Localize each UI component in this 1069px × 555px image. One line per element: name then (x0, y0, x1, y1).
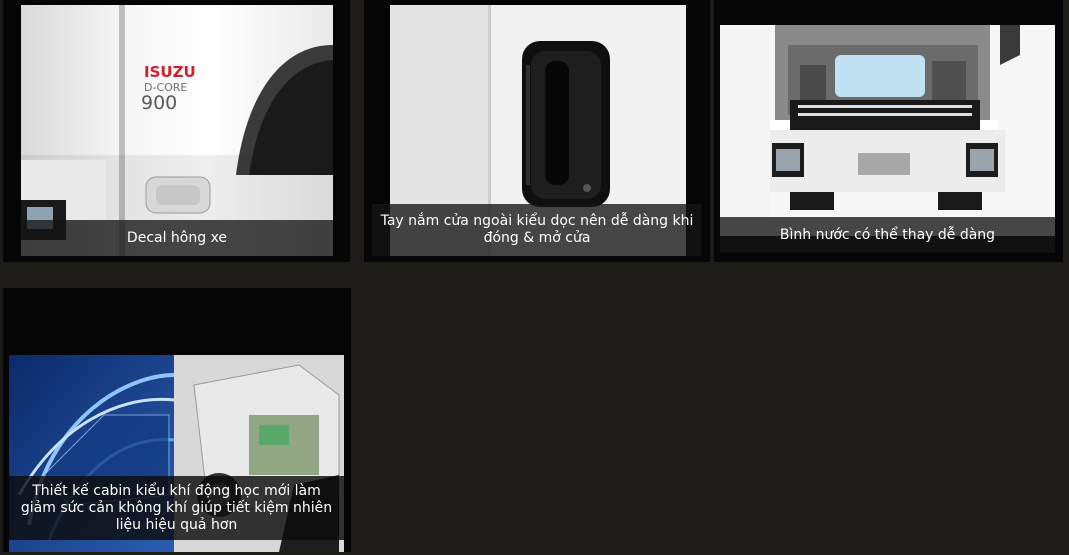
caption: Thiết kế cabin kiểu khí động học mới làm… (9, 476, 344, 540)
caption: Decal hông xe (21, 220, 333, 256)
water-tank-photo (720, 25, 1055, 236)
caption: Tay nắm cửa ngoài kiểu dọc nên dễ dàng k… (372, 204, 702, 256)
gallery-card-water-tank[interactable]: Bình nước có thể thay dễ dàng (714, 0, 1063, 262)
side-decal-photo: ISUZU D-CORE 900 (21, 5, 333, 256)
truck-front-illustration (720, 25, 1055, 236)
caption: Bình nước có thể thay dễ dàng (720, 217, 1055, 253)
caption-text: Thiết kế cabin kiểu khí động học mới làm… (20, 482, 333, 533)
gallery-card-side-decal[interactable]: ISUZU D-CORE 900 Decal hông xe (3, 0, 350, 262)
caption-text: Tay nắm cửa ngoài kiểu dọc nên dễ dàng k… (380, 213, 694, 246)
isuzu-logo-text: ISUZU (144, 63, 196, 81)
model-number-label: 900 (141, 92, 177, 114)
caption-text: Decal hông xe (126, 229, 228, 246)
side-decal-illustration: ISUZU D-CORE 900 (21, 5, 333, 256)
gallery-card-aero-cabin[interactable]: Thiết kế cabin kiểu khí động học mới làm… (3, 288, 351, 552)
caption-text: Bình nước có thể thay dễ dàng (779, 226, 996, 243)
gallery-card-door-handle[interactable]: Tay nắm cửa ngoài kiểu dọc nên dễ dàng k… (364, 0, 710, 262)
